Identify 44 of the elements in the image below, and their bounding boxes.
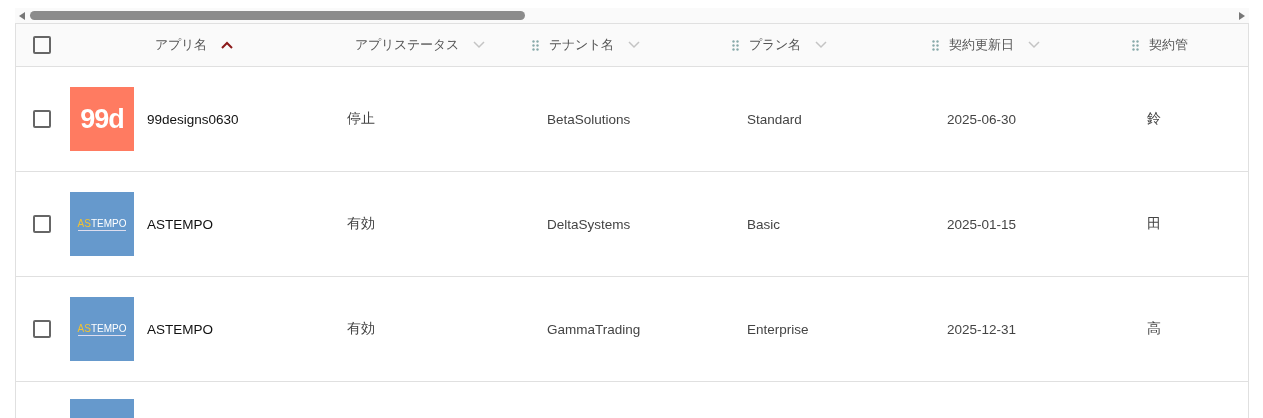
table-cell: DeltaSystems [547,216,631,232]
table-cell: 2025-12-31 [947,321,1017,337]
column-header[interactable]: テナント名 [549,36,614,54]
column-header[interactable]: アプリステータス [355,36,459,54]
app-logo: 99d [70,87,134,151]
table-cell: 停止 [347,110,375,128]
table-cell: ASTEMPO [147,321,213,337]
table-cell: Basic [747,216,780,232]
chevron-down-icon[interactable] [1028,40,1040,50]
chevron-down-icon[interactable] [473,40,485,50]
scroll-left-icon[interactable] [19,11,25,20]
column-header[interactable]: 契約更新日 [949,36,1014,54]
horizontal-scrollbar[interactable] [15,8,1249,23]
table-cell: ASTEMPO [147,216,213,232]
column-header[interactable]: アプリ名 [155,36,207,54]
table-cell: Enterprise [747,321,809,337]
checkbox[interactable] [33,36,51,54]
checkbox[interactable] [33,215,51,233]
table-cell: 有効 [347,215,375,233]
table-cell: 2025-06-30 [947,111,1017,127]
drag-handle-icon[interactable] [732,39,739,51]
table-cell: BetaSolutions [547,111,631,127]
table-cell: 99designs0630 [147,111,239,127]
checkbox[interactable] [33,320,51,338]
chevron-down-icon[interactable] [628,40,640,50]
table-cell: 高 [1147,320,1161,338]
app-logo: ASTEMPO [70,297,134,361]
table-cell: 有効 [347,320,375,338]
app-logo: ASTEMPO [70,192,134,256]
table-cell: 鈴 [1147,110,1161,128]
table-cell: Standard [747,111,802,127]
checkbox[interactable] [33,110,51,128]
scroll-right-icon[interactable] [1239,11,1245,20]
table-cell: GammaTrading [547,321,641,337]
drag-handle-icon[interactable] [1132,39,1139,51]
scrollbar-thumb[interactable] [30,11,525,20]
drag-handle-icon[interactable] [932,39,939,51]
column-header[interactable]: プラン名 [749,36,801,54]
sort-ascending-icon[interactable] [221,40,233,50]
column-header[interactable]: 契約管 [1149,36,1188,54]
drag-handle-icon[interactable] [532,39,539,51]
chevron-down-icon[interactable] [815,40,827,50]
table-cell: 2025-01-15 [947,216,1017,232]
table-cell: 田 [1147,215,1161,233]
